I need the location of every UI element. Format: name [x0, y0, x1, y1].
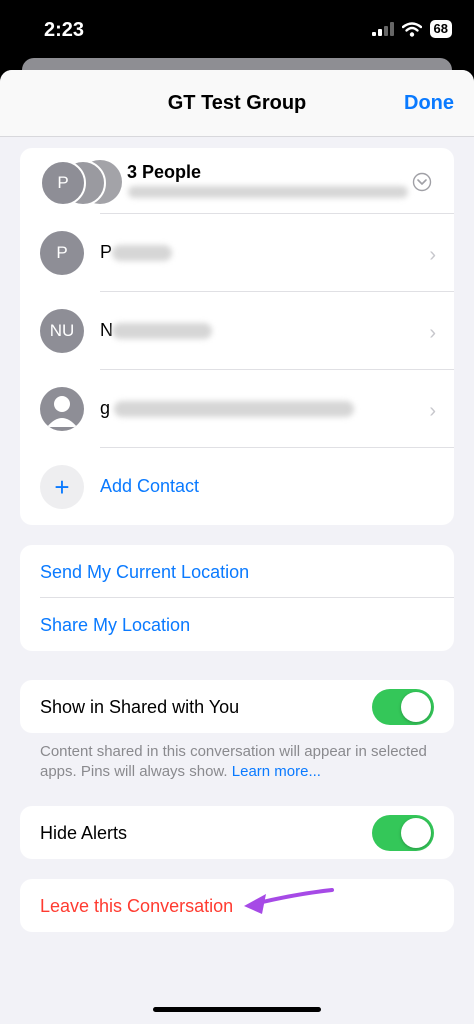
annotation-arrow-icon [244, 888, 334, 914]
leave-conversation-label: Leave this Conversation [40, 896, 234, 916]
page-title: GT Test Group [167, 92, 307, 114]
share-location-button[interactable]: Share My Location [20, 598, 454, 651]
leave-conversation-button[interactable]: Leave this Conversation [20, 879, 454, 932]
chevron-right-icon: › [429, 322, 436, 344]
shared-with-you-toggle[interactable] [372, 689, 434, 725]
learn-more-link[interactable]: Learn more... [232, 763, 321, 780]
chevron-right-icon: › [429, 244, 436, 266]
hide-alerts-row: Hide Alerts [20, 806, 454, 859]
redacted-name [112, 245, 172, 261]
add-contact-label: Add Contact [100, 476, 200, 496]
hide-alerts-label: Hide Alerts [40, 823, 128, 843]
send-location-button[interactable]: Send My Current Location [20, 545, 454, 598]
avatar-initials: P [57, 173, 69, 192]
share-location-label: Share My Location [40, 615, 191, 635]
member-row[interactable]: P P › [20, 214, 454, 292]
home-indicator [153, 1007, 321, 1012]
toggle-knob [401, 818, 431, 848]
add-contact-row[interactable]: + Add Contact [20, 448, 454, 526]
hide-alerts-card: Hide Alerts [20, 806, 454, 859]
avatar-initials: NU [49, 321, 75, 340]
group-members-row[interactable]: P 3 People [20, 148, 454, 214]
plus-icon: + [40, 465, 84, 509]
status-time: 2:23 [44, 19, 85, 41]
person-silhouette-icon [47, 396, 77, 427]
battery-indicator: 68 [429, 20, 452, 38]
shared-with-you-card: Show in Shared with You [20, 680, 454, 733]
shared-with-you-row: Show in Shared with You [20, 680, 454, 733]
navigation-bar: GT Test Group Done [0, 70, 474, 137]
avatar: NU [40, 309, 84, 353]
redacted-names [128, 186, 408, 198]
member-name: P [100, 242, 113, 262]
avatar-initials: P [56, 243, 68, 262]
send-location-label: Send My Current Location [40, 562, 250, 582]
hide-alerts-toggle[interactable] [372, 815, 434, 851]
avatar: P [40, 231, 84, 275]
wifi-icon [401, 21, 422, 37]
member-avatar-stack: P [40, 160, 86, 206]
avatar [40, 387, 84, 431]
group-count-label: 3 People [127, 162, 202, 182]
member-row[interactable]: g › [20, 370, 454, 448]
members-card: P 3 People P P › NU N › g › + Add Contac… [20, 148, 454, 525]
redacted-name [114, 401, 354, 417]
status-bar: 2:23 68 [0, 0, 474, 60]
cellular-signal-icon [371, 22, 394, 36]
shared-with-you-label: Show in Shared with You [40, 697, 240, 717]
redacted-name [112, 323, 212, 339]
chevron-circle-down-icon[interactable] [412, 172, 432, 192]
member-row[interactable]: NU N › [20, 292, 454, 370]
member-name: g [100, 398, 111, 418]
location-card: Send My Current Location Share My Locati… [20, 545, 454, 651]
toggle-knob [401, 692, 431, 722]
done-button[interactable]: Done [404, 92, 454, 115]
chevron-right-icon: › [429, 400, 436, 422]
leave-card: Leave this Conversation [20, 879, 454, 932]
status-icons: 68 [371, 20, 452, 38]
shared-footnote: Content shared in this conversation will… [40, 742, 440, 782]
